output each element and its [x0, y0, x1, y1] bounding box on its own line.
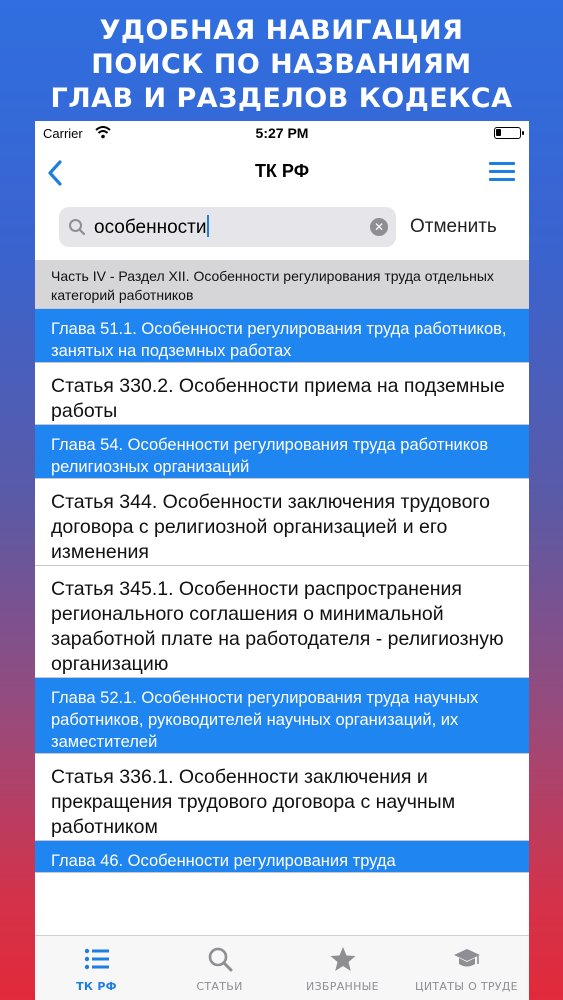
search-results-list: Часть IV - Раздел XII. Особенности регул…: [35, 260, 529, 873]
article-row[interactable]: Статья 345.1. Особенности распространени…: [35, 566, 529, 678]
promo-line-3: ГЛАВ И РАЗДЕЛОВ КОДЕКСА: [50, 83, 513, 114]
cancel-search-button[interactable]: Отменить: [410, 216, 497, 238]
status-bar: Carrier 5:27 PM: [35, 121, 529, 145]
tab-quotes[interactable]: ЦИТАТЫ О ТРУДЕ: [404, 936, 529, 1000]
article-row[interactable]: Статья 330.2. Особенности приема на подз…: [35, 363, 529, 425]
promo-banner: УДОБНАЯ НАВИГАЦИЯ ПОИСК ПО НАЗВАНИЯМ ГЛА…: [0, 14, 563, 116]
hamburger-menu-icon[interactable]: [489, 162, 515, 182]
search-input-value: особенности: [94, 215, 210, 239]
chapter-row[interactable]: Глава 52.1. Особенности регулирования тр…: [35, 678, 529, 754]
star-icon: [330, 947, 355, 971]
tab-label: ТК РФ: [76, 980, 117, 993]
list-icon: [84, 948, 109, 970]
page-title: ТК РФ: [254, 161, 310, 181]
phone-screen: Carrier 5:27 PM ТК РФ особенности ✕ Отме…: [35, 121, 529, 1000]
article-row[interactable]: Статья 336.1. Особенности заключения и п…: [35, 754, 529, 841]
search-input[interactable]: особенности ✕: [59, 207, 396, 247]
tab-label: ИЗБРАННЫЕ: [306, 980, 379, 993]
graduation-cap-icon: [453, 949, 480, 967]
status-time: 5:27 PM: [255, 125, 309, 141]
clear-search-icon[interactable]: ✕: [370, 218, 388, 236]
promo-line-1: УДОБНАЯ НАВИГАЦИЯ: [99, 15, 464, 46]
tab-bar: ТК РФ СТАТЬИ ИЗБРАННЫЕ ЦИТАТЫ О ТРУДЕ: [35, 935, 529, 1000]
search-icon: [69, 219, 86, 236]
battery-icon: [494, 127, 524, 139]
navigation-bar: ТК РФ: [35, 145, 529, 199]
tab-favorites[interactable]: ИЗБРАННЫЕ: [281, 936, 404, 1000]
section-header-row[interactable]: Часть IV - Раздел XII. Особенности регул…: [35, 260, 529, 309]
tab-tk-rf[interactable]: ТК РФ: [35, 936, 158, 1000]
tab-label: ЦИТАТЫ О ТРУДЕ: [415, 980, 518, 993]
article-row[interactable]: Статья 344. Особенности заключения трудо…: [35, 479, 529, 566]
tab-label: СТАТЬИ: [196, 980, 243, 993]
promo-line-2: ПОИСК ПО НАЗВАНИЯМ: [91, 49, 472, 80]
chapter-row[interactable]: Глава 54. Особенности регулирования труд…: [35, 425, 529, 479]
tab-articles[interactable]: СТАТЬИ: [158, 936, 281, 1000]
search-icon: [208, 947, 232, 972]
chapter-row[interactable]: Глава 46. Особенности регулирования труд…: [35, 841, 529, 873]
search-row: особенности ✕ Отменить: [35, 199, 529, 259]
chapter-row[interactable]: Глава 51.1. Особенности регулирования тр…: [35, 309, 529, 363]
